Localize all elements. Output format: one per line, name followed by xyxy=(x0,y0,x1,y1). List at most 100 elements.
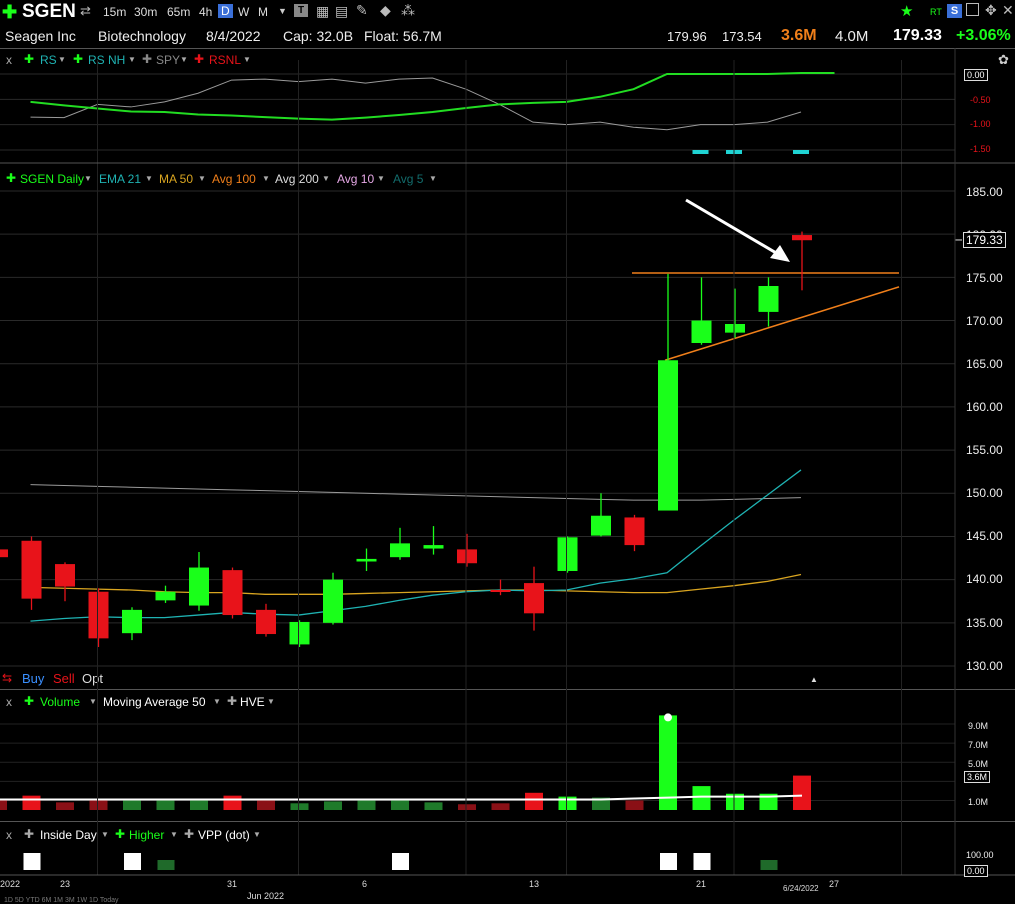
legend-volume-dropdown-icon[interactable]: ▼ xyxy=(89,697,97,706)
rs-nh-visible-icon[interactable]: ✚ xyxy=(73,52,83,66)
star-icon[interactable]: ★ xyxy=(900,2,913,20)
tf-30m[interactable]: 30m xyxy=(134,5,157,19)
legend-ema21[interactable]: EMA 21 xyxy=(99,172,141,186)
tf-15m[interactable]: 15m xyxy=(103,5,126,19)
tf-65m[interactable]: 65m xyxy=(167,5,190,19)
legend-ema21-dropdown-icon[interactable]: ▼ xyxy=(145,174,153,183)
volume-tick: 1.0M xyxy=(968,797,989,807)
tf-daily[interactable]: D xyxy=(218,4,233,18)
text-tool-icon[interactable]: T xyxy=(294,4,308,17)
price-tick: 185.00 xyxy=(966,185,1003,199)
palette-icon[interactable]: ✿ xyxy=(998,52,1009,68)
volume-visible-icon[interactable]: ✚ xyxy=(24,694,34,708)
legend-higher[interactable]: Higher xyxy=(129,828,164,842)
legend-rs-dropdown-icon[interactable]: ▼ xyxy=(58,55,66,64)
legend-sgen-dropdown-icon[interactable]: ▼ xyxy=(84,174,92,183)
volume-bar xyxy=(89,799,108,810)
legend-avg100[interactable]: Avg 100 xyxy=(212,172,256,186)
legend-vpp[interactable]: VPP (dot) xyxy=(198,828,250,842)
legend-sgen-daily[interactable]: SGEN Daily xyxy=(20,172,84,186)
volume-close-button[interactable]: x xyxy=(6,695,12,709)
rs-close-button[interactable]: x xyxy=(6,53,12,67)
rs-line xyxy=(30,71,835,121)
higher-visible-icon[interactable]: ✚ xyxy=(115,827,125,841)
price-visible-icon[interactable]: ✚ xyxy=(6,171,16,185)
legend-rs[interactable]: RS xyxy=(40,53,57,67)
legend-ma50[interactable]: MA 50 xyxy=(159,172,193,186)
volume-tick: 9.0M xyxy=(968,721,989,731)
layers-icon[interactable]: ◆ xyxy=(380,2,391,19)
spy-line xyxy=(30,77,802,131)
legend-rsnl-dropdown-icon[interactable]: ▼ xyxy=(243,55,251,64)
stock-chart[interactable] xyxy=(0,0,1015,904)
legend-hve[interactable]: HVE xyxy=(240,695,265,709)
legend-avg200[interactable]: Avg 200 xyxy=(275,172,319,186)
add-symbol-icon[interactable]: ✚ xyxy=(2,2,17,23)
legend-vol-ma50[interactable]: Moving Average 50 xyxy=(103,695,206,709)
rsnl-visible-icon[interactable]: ✚ xyxy=(194,52,204,66)
candle-body xyxy=(21,540,42,599)
inside-day-marker xyxy=(392,853,409,870)
candle-body xyxy=(457,549,477,564)
snapshot-icon[interactable]: S xyxy=(947,4,962,18)
close-icon[interactable]: ✕ xyxy=(1002,2,1014,19)
options-button[interactable]: Opt xyxy=(82,671,103,686)
pencil-icon[interactable]: ✎ xyxy=(356,2,368,19)
spy-visible-icon[interactable]: ✚ xyxy=(142,52,152,66)
candle-body xyxy=(524,583,544,614)
legend-spy[interactable]: SPY xyxy=(156,53,180,67)
grid-icon[interactable]: ▦ xyxy=(316,3,329,20)
legend-avg5[interactable]: Avg 5 xyxy=(393,172,423,186)
legend-vpp-dropdown-icon[interactable]: ▼ xyxy=(253,830,261,839)
share-icon[interactable]: ⁂ xyxy=(401,2,415,19)
legend-hve-dropdown-icon[interactable]: ▼ xyxy=(267,697,275,706)
tf-weekly[interactable]: W xyxy=(238,5,249,19)
x-tick: 31 xyxy=(227,879,238,889)
candle-body xyxy=(658,360,678,511)
scroll-up-icon[interactable]: ▲ xyxy=(810,675,818,684)
move-icon[interactable]: ✥ xyxy=(985,2,997,19)
last-price-label: 179.33 xyxy=(963,232,1006,248)
inside-visible-icon[interactable]: ✚ xyxy=(24,827,34,841)
candle-body xyxy=(122,609,142,634)
legend-ma50-dropdown-icon[interactable]: ▼ xyxy=(198,174,206,183)
tf-monthly[interactable]: M xyxy=(258,5,268,19)
tf-4h[interactable]: 4h xyxy=(199,5,212,19)
sell-button[interactable]: Sell xyxy=(53,671,75,686)
legend-avg5-dropdown-icon[interactable]: ▼ xyxy=(429,174,437,183)
candle-body xyxy=(758,286,779,312)
trade-arrows-icon[interactable]: ⇆ xyxy=(2,671,12,685)
legend-spy-dropdown-icon[interactable]: ▼ xyxy=(180,55,188,64)
legend-rs-nh[interactable]: RS NH xyxy=(88,53,125,67)
candle-body xyxy=(323,579,343,623)
range-buttons[interactable]: 1D 5D YTD 6M 1M 3M 1W 1D Today xyxy=(4,897,119,904)
symbol-title[interactable]: SGEN xyxy=(22,1,76,23)
rs-visible-icon[interactable]: ✚ xyxy=(24,52,34,66)
volume-bar xyxy=(56,802,74,810)
legend-rsnl[interactable]: RSNL xyxy=(209,53,241,67)
volume-bar xyxy=(324,801,342,810)
legend-inside-dropdown-icon[interactable]: ▼ xyxy=(101,830,109,839)
legend-avg10-dropdown-icon[interactable]: ▼ xyxy=(377,174,385,183)
legend-avg200-dropdown-icon[interactable]: ▼ xyxy=(322,174,330,183)
legend-avg10[interactable]: Avg 10 xyxy=(337,172,374,186)
price-tick: 165.00 xyxy=(966,357,1003,371)
legend-volume[interactable]: Volume xyxy=(40,695,80,709)
window-icon[interactable] xyxy=(966,3,979,16)
legend-higher-dropdown-icon[interactable]: ▼ xyxy=(170,830,178,839)
candle-body xyxy=(490,590,511,592)
avg-volume: 4.0M xyxy=(835,28,869,45)
legend-rs-nh-dropdown-icon[interactable]: ▼ xyxy=(128,55,136,64)
vpp-visible-icon[interactable]: ✚ xyxy=(184,827,194,841)
compare-icon[interactable]: ⇄ xyxy=(80,3,91,19)
price-tick: 130.00 xyxy=(966,659,1003,673)
calculator-icon[interactable]: ▤ xyxy=(335,3,348,20)
legend-vol-ma50-dropdown-icon[interactable]: ▼ xyxy=(213,697,221,706)
rs-tick: -1.00 xyxy=(970,119,991,129)
legend-inside-day[interactable]: Inside Day xyxy=(40,828,97,842)
inside-close-button[interactable]: x xyxy=(6,828,12,842)
buy-button[interactable]: Buy xyxy=(22,671,44,686)
legend-avg100-dropdown-icon[interactable]: ▼ xyxy=(262,174,270,183)
hve-visible-icon[interactable]: ✚ xyxy=(227,694,237,708)
timeframe-dropdown-icon[interactable]: ▼ xyxy=(278,6,287,16)
